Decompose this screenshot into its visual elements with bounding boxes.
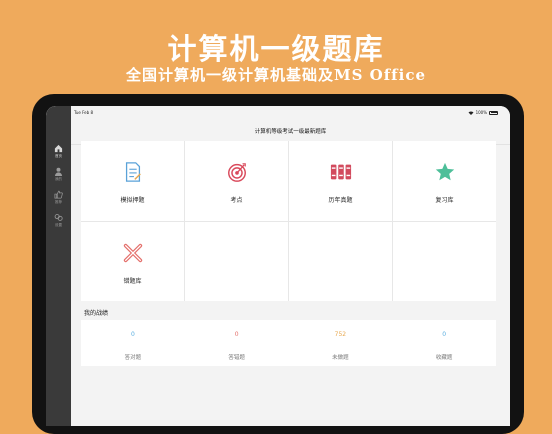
app-screen: Tue Feb 8 100% 首页 我的 推荐 设置 计算机等级考试一级最新题库 <box>46 106 510 426</box>
stats-panel: 0 答对题 0 答错题 752 未做题 0 收藏题 <box>81 320 496 366</box>
grid-empty-cell <box>185 221 288 301</box>
sidebar-item-label: 首页 <box>55 154 62 158</box>
thumbs-up-icon <box>54 190 63 199</box>
grid-item-label: 复习库 <box>435 197 454 204</box>
grid-item-label: 模拟押题 <box>120 197 145 204</box>
stat-value: 0 <box>442 331 447 338</box>
grid-item-mock-exam[interactable]: 模拟押题 <box>81 141 184 221</box>
grid-item-key-points[interactable]: 考点 <box>185 141 288 221</box>
grid-empty-cell <box>289 221 392 301</box>
settings-icon <box>54 214 63 221</box>
target-icon <box>227 163 246 182</box>
sidebar: 首页 我的 推荐 设置 <box>46 106 71 426</box>
grid-item-label: 历年真题 <box>328 197 353 204</box>
stat-label: 未做题 <box>332 355 349 361</box>
user-icon <box>54 167 63 176</box>
stat-label: 收藏题 <box>435 355 453 361</box>
sidebar-item-profile[interactable]: 我的 <box>46 167 71 182</box>
stat-undone[interactable]: 752 未做题 <box>289 320 393 366</box>
stat-value: 0 <box>234 331 239 338</box>
stat-label: 答对题 <box>124 355 142 361</box>
wifi-icon <box>468 110 474 115</box>
star-icon <box>435 162 454 181</box>
grid-item-label: 考点 <box>230 197 243 204</box>
hero-title: 计算机一级题库 <box>167 32 385 66</box>
sidebar-item-label: 设置 <box>55 223 62 227</box>
books-icon <box>330 164 351 180</box>
cross-icon <box>123 243 142 262</box>
home-icon <box>54 144 63 153</box>
page-title: 计算机等级考试一级最新题库 <box>254 129 327 135</box>
stat-correct[interactable]: 0 答对题 <box>81 320 185 366</box>
battery-icon <box>489 110 498 115</box>
battery-percent: 100% <box>475 110 487 115</box>
status-time: Tue Feb 8 <box>74 110 94 115</box>
section-title: 我的战绩 <box>84 310 109 317</box>
grid-item-label: 错题库 <box>123 277 142 285</box>
sidebar-item-recommend[interactable]: 推荐 <box>46 190 71 205</box>
sidebar-item-settings[interactable]: 设置 <box>46 213 71 228</box>
grid-item-wrong-bank[interactable]: 错题库 <box>81 221 184 301</box>
sidebar-item-label: 我的 <box>55 177 62 181</box>
grid-empty-cell <box>393 221 496 301</box>
stat-label: 答错题 <box>228 355 245 361</box>
status-bar: Tue Feb 8 100% <box>46 106 510 118</box>
stat-wrong[interactable]: 0 答错题 <box>185 320 289 366</box>
stat-value: 752 <box>334 331 347 338</box>
document-icon <box>125 162 141 182</box>
sidebar-item-home[interactable]: 首页 <box>46 144 71 159</box>
sidebar-item-label: 推荐 <box>55 200 62 204</box>
feature-grid: 模拟押题 考点 历年真题 复习库 错题库 <box>81 141 496 301</box>
stat-value: 0 <box>130 331 135 338</box>
grid-item-past-exams[interactable]: 历年真题 <box>289 141 392 221</box>
stat-favorites[interactable]: 0 收藏题 <box>392 320 496 366</box>
grid-item-review-bank[interactable]: 复习库 <box>393 141 496 221</box>
hero-subtitle: 全国计算机一级计算机基础及MS Office <box>125 66 426 84</box>
